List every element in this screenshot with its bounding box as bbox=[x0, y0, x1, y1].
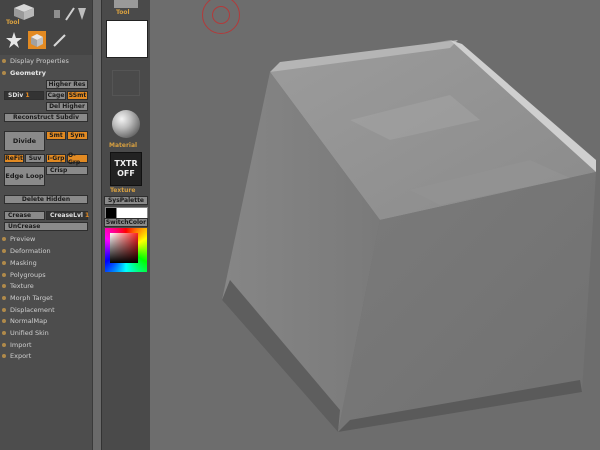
menu-label: Deformation bbox=[10, 246, 51, 255]
edge-loop-button[interactable]: Edge Loop bbox=[4, 166, 45, 186]
tool-thumbnails: Tool bbox=[0, 0, 92, 55]
bullet-icon bbox=[2, 272, 6, 277]
material-label[interactable]: Material bbox=[109, 142, 137, 149]
switchcolor-button[interactable]: SwitchColor bbox=[104, 218, 148, 227]
menu-export[interactable]: Export bbox=[0, 350, 31, 361]
menu-label: Morph Target bbox=[10, 293, 53, 302]
menu-label: Geometry bbox=[10, 68, 46, 77]
syspalette-button[interactable]: SysPalette bbox=[104, 196, 148, 205]
menu-displacement[interactable]: Displacement bbox=[0, 304, 55, 315]
uncrease-button[interactable]: UnCrease bbox=[4, 222, 88, 231]
side-tray: Tool Material TXTR OFF Texture SysPalett… bbox=[101, 0, 151, 450]
tool-cube-thumbnail[interactable] bbox=[114, 0, 138, 8]
menu-import[interactable]: Import bbox=[0, 339, 32, 350]
cage-button[interactable]: Cage bbox=[46, 91, 66, 100]
brush-icon[interactable] bbox=[52, 32, 68, 48]
bullet-icon bbox=[2, 70, 6, 75]
tool-palette: Tool Display Properties Geometry Higher … bbox=[0, 0, 93, 450]
menu-masking[interactable]: Masking bbox=[0, 257, 37, 268]
suv-button[interactable]: Suv bbox=[25, 154, 45, 163]
ssmt-button[interactable]: SSmt bbox=[67, 91, 88, 100]
refit-button[interactable]: ReFit bbox=[4, 154, 24, 163]
menu-label: NormalMap bbox=[10, 316, 48, 325]
crease-lvl-label: CreaseLvl bbox=[50, 212, 83, 219]
tool-label[interactable]: Tool bbox=[116, 9, 130, 16]
bullet-icon bbox=[2, 342, 6, 347]
menu-label: Texture bbox=[10, 281, 34, 290]
cube-mesh[interactable] bbox=[150, 0, 600, 450]
higher-res-button[interactable]: Higher Res bbox=[46, 80, 88, 89]
stroke-preview[interactable] bbox=[112, 70, 140, 96]
menu-normalmap[interactable]: NormalMap bbox=[0, 315, 47, 326]
material-sphere[interactable] bbox=[112, 110, 140, 138]
crease-lvl-slider[interactable]: CreaseLvl 1 bbox=[46, 211, 90, 220]
bullet-icon bbox=[2, 236, 6, 241]
menu-label: Displacement bbox=[10, 305, 55, 314]
menu-label: Display Properties bbox=[10, 56, 69, 65]
menu-deformation[interactable]: Deformation bbox=[0, 245, 51, 256]
sdiv-label: SDiv bbox=[8, 92, 24, 99]
crease-button[interactable]: Crease bbox=[4, 211, 45, 220]
txtr-state: OFF bbox=[117, 169, 135, 178]
menu-label: Polygroups bbox=[10, 270, 46, 279]
alpha-preview[interactable] bbox=[106, 20, 148, 58]
crisp-button[interactable]: Crisp bbox=[46, 166, 88, 175]
txtr-label: TXTR bbox=[114, 159, 138, 168]
divide-button[interactable]: Divide bbox=[4, 131, 45, 151]
igrp-button[interactable]: I-Grp bbox=[46, 154, 66, 163]
menu-preview[interactable]: Preview bbox=[0, 233, 35, 244]
menu-display-properties[interactable]: Display Properties bbox=[0, 55, 69, 66]
cube-tool-thumbnail[interactable] bbox=[10, 2, 38, 20]
menu-morph-target[interactable]: Morph Target bbox=[0, 292, 53, 303]
sdiv-value: 1 bbox=[25, 92, 30, 99]
crease-lvl-value: 1 bbox=[85, 212, 90, 219]
bullet-icon bbox=[2, 260, 6, 265]
color-picker[interactable] bbox=[105, 228, 147, 272]
zbrush-window: Tool Display Properties Geometry Higher … bbox=[0, 0, 600, 450]
ogrp-button[interactable]: O-Grp bbox=[67, 152, 88, 166]
bullet-icon bbox=[2, 58, 6, 63]
menu-label: Masking bbox=[10, 258, 37, 267]
star-icon[interactable] bbox=[6, 32, 22, 48]
delete-hidden-button[interactable]: Delete Hidden bbox=[4, 195, 88, 204]
menu-label: Unified Skin bbox=[10, 328, 49, 337]
smt-button[interactable]: Smt bbox=[46, 131, 66, 140]
menu-geometry[interactable]: Geometry bbox=[0, 67, 46, 78]
menu-label: Preview bbox=[10, 234, 36, 243]
menu-polygroups[interactable]: Polygroups bbox=[0, 269, 46, 280]
viewport-canvas[interactable] bbox=[150, 0, 600, 450]
bullet-icon bbox=[2, 248, 6, 253]
sdiv-slider[interactable]: SDiv 1 bbox=[4, 91, 44, 100]
menu-label: Export bbox=[10, 351, 32, 360]
color-picker-saturation[interactable] bbox=[110, 233, 138, 263]
bullet-icon bbox=[2, 307, 6, 312]
sym-button[interactable]: Sym bbox=[67, 131, 88, 140]
bullet-icon bbox=[2, 330, 6, 335]
cube-active-icon[interactable] bbox=[27, 30, 47, 50]
texture-off-tile[interactable]: TXTR OFF bbox=[110, 152, 142, 186]
texture-label[interactable]: Texture bbox=[110, 187, 135, 194]
bullet-icon bbox=[2, 353, 6, 358]
bullet-icon bbox=[2, 295, 6, 300]
menu-label: Import bbox=[10, 340, 32, 349]
menu-unified-skin[interactable]: Unified Skin bbox=[0, 327, 49, 338]
bullet-icon bbox=[2, 283, 6, 288]
tool-menu-label[interactable]: Tool bbox=[6, 19, 20, 26]
reconstruct-subdiv-button[interactable]: Reconstruct Subdiv bbox=[4, 113, 88, 122]
del-higher-button[interactable]: Del Higher bbox=[46, 102, 88, 111]
bullet-icon bbox=[2, 318, 6, 323]
menu-texture[interactable]: Texture bbox=[0, 280, 34, 291]
tools-thumbnail[interactable] bbox=[52, 4, 88, 24]
